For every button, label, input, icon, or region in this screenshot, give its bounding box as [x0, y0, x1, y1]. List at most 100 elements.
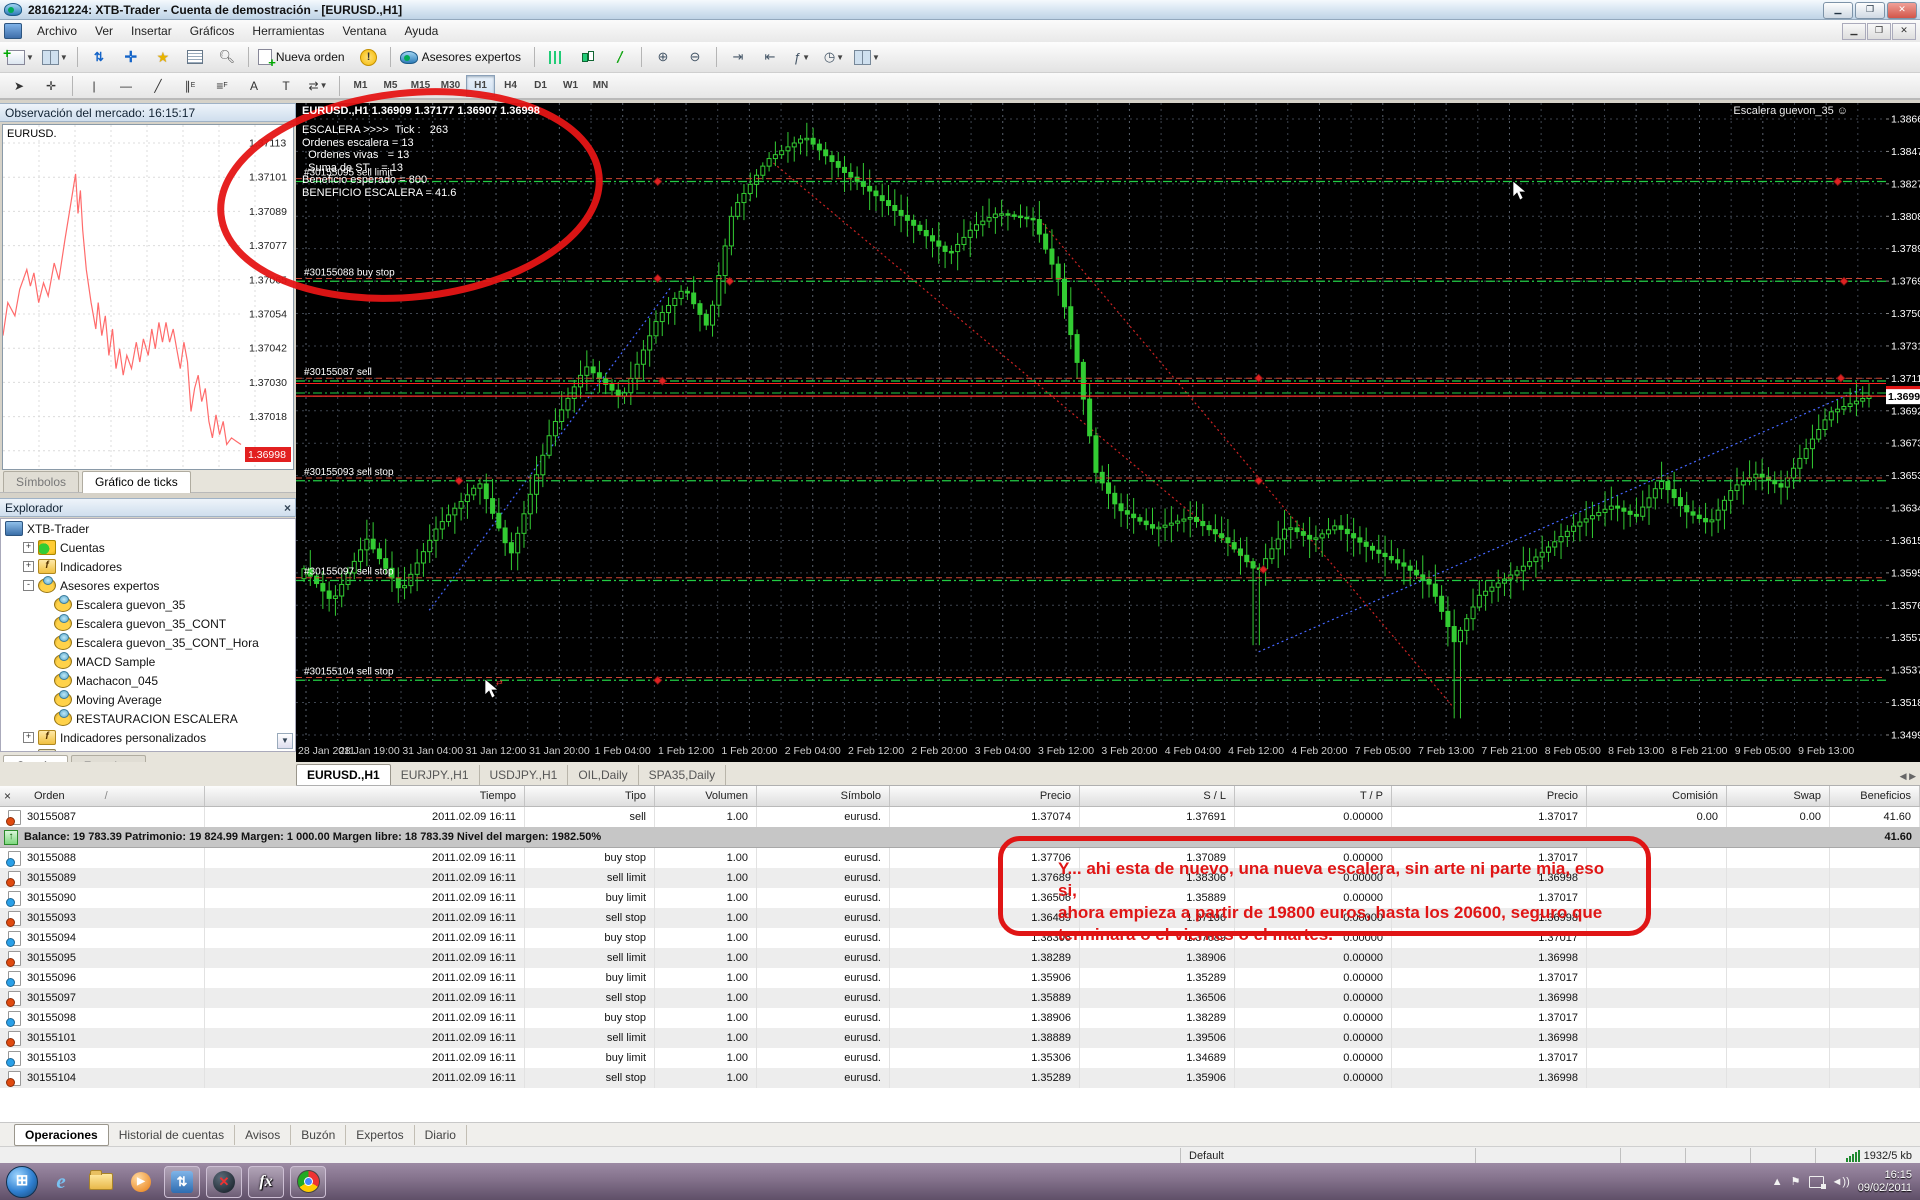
- menu-gráficos[interactable]: Gráficos: [181, 21, 244, 41]
- nav-item-indicadores-personalizados[interactable]: +fIndicadores personalizados: [1, 728, 295, 747]
- table-row[interactable]: 301550942011.02.09 16:11buy stop1.00euru…: [0, 928, 1920, 948]
- tree-expander-icon[interactable]: +: [23, 732, 34, 743]
- menu-archivo[interactable]: Archivo: [28, 21, 86, 41]
- main-chart-area[interactable]: #30155095 sell limit#30155088 buy stop#3…: [296, 103, 1920, 762]
- indicators-button[interactable]: ƒ▼: [787, 45, 817, 70]
- tab-grafico-de-ticks[interactable]: Gráfico de ticks: [82, 471, 191, 493]
- column-header-beneficios[interactable]: Beneficios: [1830, 786, 1920, 806]
- nav-item-xtb-trader[interactable]: XTB-Trader: [1, 519, 295, 538]
- taskbar-clock[interactable]: 16:15 09/02/2011: [1858, 1169, 1916, 1195]
- cursor-tool[interactable]: ➤: [4, 73, 34, 98]
- templates-button[interactable]: ▼: [851, 45, 883, 70]
- nav-item-escalera-guevon-35[interactable]: Escalera guevon_35: [1, 595, 295, 614]
- terminal-tab-historial-de-cuentas[interactable]: Historial de cuentas: [109, 1125, 235, 1145]
- alert-button[interactable]: !: [354, 45, 384, 70]
- menu-ayuda[interactable]: Ayuda: [395, 21, 447, 41]
- channel-tool[interactable]: ∥E: [175, 73, 205, 98]
- status-profile[interactable]: Default: [1180, 1148, 1475, 1163]
- nav-item-moving-average[interactable]: Moving Average: [1, 690, 295, 709]
- chart-tab-spa35-daily[interactable]: SPA35,Daily: [639, 765, 726, 785]
- zoom-out-button[interactable]: ⊖: [680, 45, 710, 70]
- internet-explorer-icon[interactable]: e: [44, 1167, 78, 1197]
- profiles-button[interactable]: ▼: [39, 45, 71, 70]
- navigator-close-icon[interactable]: ×: [284, 501, 291, 515]
- metatrader-icon[interactable]: ✕: [206, 1166, 242, 1198]
- timeframe-w1[interactable]: W1: [556, 75, 585, 97]
- tree-expander-icon[interactable]: +: [23, 542, 34, 553]
- timeframe-m1[interactable]: M1: [346, 75, 375, 97]
- child-close-button[interactable]: ✕: [1892, 23, 1916, 40]
- terminal-tab-expertos[interactable]: Expertos: [346, 1125, 414, 1145]
- strategy-tester-button[interactable]: 🔍︎: [212, 45, 242, 70]
- tree-expander-icon[interactable]: +: [23, 561, 34, 572]
- table-row[interactable]: 301550962011.02.09 16:11buy limit1.00eur…: [0, 968, 1920, 988]
- file-explorer-icon[interactable]: [84, 1167, 118, 1197]
- action-center-flag-icon[interactable]: ⚑: [1791, 1175, 1801, 1188]
- periods-button[interactable]: ◷▼: [819, 45, 849, 70]
- nav-item-asesores-expertos[interactable]: -Asesores expertos: [1, 576, 295, 595]
- nav-item-cuentas[interactable]: +Cuentas: [1, 538, 295, 557]
- nav-item-indicadores[interactable]: +fIndicadores: [1, 557, 295, 576]
- expert-advisors-button[interactable]: Asesores expertos: [397, 45, 528, 70]
- zoom-in-button[interactable]: ⊕: [648, 45, 678, 70]
- maximize-button[interactable]: ❐: [1855, 2, 1885, 19]
- column-header-tiempo[interactable]: Tiempo: [205, 786, 525, 806]
- timeframe-h4[interactable]: H4: [496, 75, 525, 97]
- new-chart-button[interactable]: ▼: [4, 45, 37, 70]
- chart-tab-scroll-icons[interactable]: ◀ ▶: [1900, 771, 1916, 782]
- child-restore-button[interactable]: ❐: [1867, 23, 1891, 40]
- column-header-comisi-n[interactable]: Comisión: [1587, 786, 1727, 806]
- nav-item-macd-sample[interactable]: MACD Sample: [1, 652, 295, 671]
- table-row[interactable]: 301551032011.02.09 16:11buy limit1.00eur…: [0, 1048, 1920, 1068]
- tree-expander-icon[interactable]: -: [23, 580, 34, 591]
- terminal-tab-operaciones[interactable]: Operaciones: [14, 1124, 109, 1146]
- vline-tool[interactable]: |: [79, 73, 109, 98]
- timeframe-d1[interactable]: D1: [526, 75, 555, 97]
- table-row[interactable]: 301551012011.02.09 16:11sell limit1.00eu…: [0, 1028, 1920, 1048]
- close-button[interactable]: ✕: [1887, 2, 1917, 19]
- label-tool[interactable]: T: [271, 73, 301, 98]
- crosshair-tool[interactable]: ✛: [36, 73, 66, 98]
- fx-app-icon[interactable]: fx: [248, 1166, 284, 1198]
- nav-item-machacon-045[interactable]: Machacon_045: [1, 671, 295, 690]
- column-header-precio[interactable]: Precio: [1392, 786, 1587, 806]
- column-header-swap[interactable]: Swap: [1727, 786, 1830, 806]
- timeframe-mn[interactable]: MN: [586, 75, 615, 97]
- navigator-button[interactable]: ★: [148, 45, 178, 70]
- table-row[interactable]: 301551042011.02.09 16:11sell stop1.00eur…: [0, 1068, 1920, 1088]
- terminal-tab-diario[interactable]: Diario: [415, 1125, 467, 1145]
- chart-shift-button[interactable]: ⇤: [755, 45, 785, 70]
- nav-item-escalera-guevon-35-cont-hora[interactable]: Escalera guevon_35_CONT_Hora: [1, 633, 295, 652]
- column-header-precio[interactable]: Precio: [890, 786, 1080, 806]
- hline-tool[interactable]: —: [111, 73, 141, 98]
- table-row[interactable]: 301550972011.02.09 16:11sell stop1.00eur…: [0, 988, 1920, 1008]
- tab-simbolos[interactable]: Símbolos: [3, 471, 79, 492]
- text-tool[interactable]: A: [239, 73, 269, 98]
- menu-ver[interactable]: Ver: [86, 21, 122, 41]
- arrows-tool[interactable]: ⇄▼: [303, 73, 333, 98]
- chart-tab-oil-daily[interactable]: OIL,Daily: [568, 765, 638, 785]
- table-row[interactable]: 301550932011.02.09 16:11sell stop1.00eur…: [0, 908, 1920, 928]
- column-header-tipo[interactable]: Tipo: [525, 786, 655, 806]
- column-header-s-l[interactable]: S / L: [1080, 786, 1235, 806]
- navigator-scroll-down[interactable]: ▼: [277, 733, 293, 749]
- terminal-close-icon[interactable]: ×: [4, 789, 11, 803]
- trendline-tool[interactable]: ╱: [143, 73, 173, 98]
- bar-chart-button[interactable]: [541, 45, 571, 70]
- menu-insertar[interactable]: Insertar: [122, 21, 181, 41]
- table-row[interactable]: 301550882011.02.09 16:11buy stop1.00euru…: [0, 848, 1920, 868]
- table-row[interactable]: 301550952011.02.09 16:11sell limit1.00eu…: [0, 948, 1920, 968]
- media-player-icon[interactable]: ▶: [124, 1167, 158, 1197]
- auto-scroll-button[interactable]: ⇥: [723, 45, 753, 70]
- terminal-button[interactable]: [180, 45, 210, 70]
- menu-ventana[interactable]: Ventana: [333, 21, 395, 41]
- volume-icon[interactable]: ◄)): [1832, 1176, 1850, 1188]
- chart-tab-eurjpy-h1[interactable]: EURJPY.,H1: [391, 765, 480, 785]
- nav-item-restauracion-escalera[interactable]: RESTAURACION ESCALERA: [1, 709, 295, 728]
- nav-item-escalera-guevon-35-cont[interactable]: Escalera guevon_35_CONT: [1, 614, 295, 633]
- column-header-volumen[interactable]: Volumen: [655, 786, 757, 806]
- chart-tab-eurusd-h1[interactable]: EURUSD.,H1: [296, 764, 391, 785]
- xtb-app-icon[interactable]: ⇅: [164, 1166, 200, 1198]
- new-order-button[interactable]: Nueva orden: [255, 45, 352, 70]
- column-header-t-p[interactable]: T / P: [1235, 786, 1392, 806]
